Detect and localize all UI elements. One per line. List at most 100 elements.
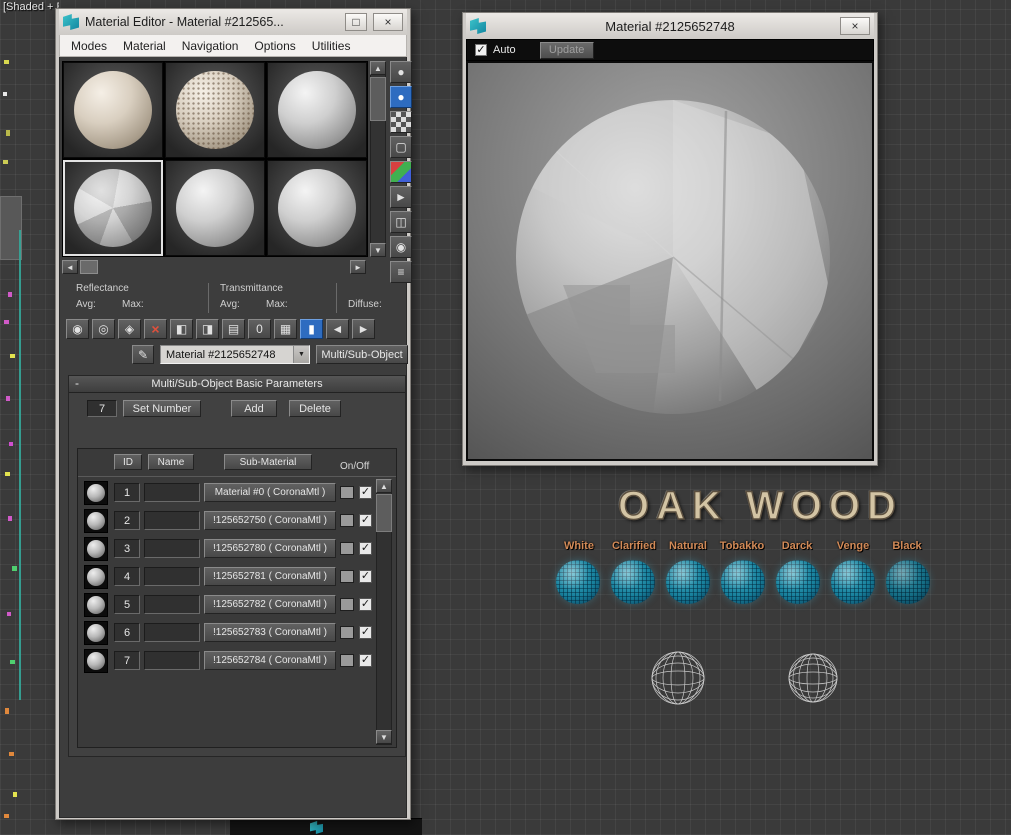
submaterial-name-input[interactable]: [144, 623, 200, 642]
material-map-navigator-icon[interactable]: ≡: [390, 261, 412, 283]
name-column-header[interactable]: Name: [148, 454, 194, 470]
set-number-button[interactable]: Set Number: [123, 400, 201, 417]
submaterial-thumbnail[interactable]: [84, 649, 108, 673]
menu-options[interactable]: Options: [247, 37, 302, 55]
scroll-down-button[interactable]: ▼: [376, 730, 392, 744]
submaterial-id[interactable]: 7: [114, 651, 140, 670]
submaterial-color-swatch[interactable]: [340, 626, 354, 639]
material-type-button[interactable]: Multi/Sub-Object: [316, 345, 408, 364]
onoff-checkbox[interactable]: ✓: [359, 654, 372, 667]
submaterial-id[interactable]: 3: [114, 539, 140, 558]
submaterial-thumbnail[interactable]: [84, 621, 108, 645]
scroll-right-button[interactable]: ►: [350, 260, 366, 274]
onoff-checkbox[interactable]: ✓: [359, 598, 372, 611]
menu-utilities[interactable]: Utilities: [305, 37, 358, 55]
pick-material-eyedropper-icon[interactable]: ✎: [132, 345, 154, 364]
close-button[interactable]: ×: [840, 17, 870, 35]
show-end-result-icon[interactable]: ▮: [300, 319, 323, 339]
material-sphere-natural[interactable]: [666, 560, 710, 604]
submaterial-button[interactable]: Material #0 ( CoronaMtl ): [204, 483, 336, 502]
menu-modes[interactable]: Modes: [64, 37, 114, 55]
submaterial-button[interactable]: !125652750 ( CoronaMtl ): [204, 511, 336, 530]
submaterial-thumbnail[interactable]: [84, 565, 108, 589]
material-label-tobakko[interactable]: Tobakko: [720, 540, 764, 552]
material-label-darck[interactable]: Darck: [782, 540, 813, 552]
auto-checkbox[interactable]: ✓: [475, 44, 487, 56]
submaterial-color-swatch[interactable]: [340, 598, 354, 611]
scroll-up-button[interactable]: ▲: [370, 61, 386, 75]
material-count-field[interactable]: 7: [87, 400, 117, 417]
maximize-button[interactable]: □: [345, 13, 367, 31]
scroll-up-button[interactable]: ▲: [376, 479, 392, 493]
material-label-venge[interactable]: Venge: [837, 540, 869, 552]
material-sphere-white[interactable]: [556, 560, 600, 604]
rollout-header[interactable]: - Multi/Sub-Object Basic Parameters: [69, 376, 405, 393]
submaterial-color-swatch[interactable]: [340, 542, 354, 555]
put-material-to-scene-icon[interactable]: ◎: [92, 319, 115, 339]
scroll-down-button[interactable]: ▼: [370, 243, 386, 257]
onoff-checkbox[interactable]: ✓: [359, 570, 372, 583]
submaterial-id[interactable]: 1: [114, 483, 140, 502]
submaterial-color-swatch[interactable]: [340, 570, 354, 583]
material-editor-titlebar[interactable]: Material Editor - Material #212565... □ …: [59, 9, 407, 35]
sub-material-column-header[interactable]: Sub-Material: [224, 454, 312, 470]
submaterial-color-swatch[interactable]: [340, 654, 354, 667]
material-sphere-venge[interactable]: [831, 560, 875, 604]
wireframe-sphere-2[interactable]: [786, 651, 840, 705]
go-forward-to-sibling-icon[interactable]: ►: [352, 319, 375, 339]
submaterial-name-input[interactable]: [144, 539, 200, 558]
submaterial-thumbnail[interactable]: [84, 537, 108, 561]
submaterial-thumbnail[interactable]: [84, 509, 108, 533]
close-button[interactable]: ×: [373, 13, 403, 31]
submaterial-name-input[interactable]: [144, 595, 200, 614]
background-icon[interactable]: [390, 111, 412, 133]
reset-map-icon[interactable]: ×: [144, 319, 167, 339]
submaterial-id[interactable]: 6: [114, 623, 140, 642]
assign-material-to-selection-icon[interactable]: ◈: [118, 319, 141, 339]
submaterial-name-input[interactable]: [144, 511, 200, 530]
material-name-dropdown[interactable]: Material #2125652748 ▼: [160, 345, 310, 364]
submaterial-id[interactable]: 4: [114, 567, 140, 586]
scrollbar-thumb[interactable]: [376, 494, 392, 532]
submaterial-button[interactable]: !125652780 ( CoronaMtl ): [204, 539, 336, 558]
sample-uv-tiling-icon[interactable]: ▢: [390, 136, 412, 158]
scene-text-oakwood[interactable]: OAK WOOD: [618, 484, 903, 529]
submaterial-color-swatch[interactable]: [340, 486, 354, 499]
submaterial-id[interactable]: 5: [114, 595, 140, 614]
collapse-icon[interactable]: -: [75, 376, 79, 390]
sample-slot-2[interactable]: [165, 62, 265, 158]
make-material-copy-icon[interactable]: ◧: [170, 319, 193, 339]
scroll-left-button[interactable]: ◄: [62, 260, 78, 274]
submaterial-id[interactable]: 2: [114, 511, 140, 530]
submaterial-button[interactable]: !125652782 ( CoronaMtl ): [204, 595, 336, 614]
submaterial-name-input[interactable]: [144, 483, 200, 502]
render-window-titlebar[interactable]: Material #2125652748 ×: [466, 13, 874, 39]
menu-navigation[interactable]: Navigation: [175, 37, 246, 55]
submaterial-button[interactable]: !125652784 ( CoronaMtl ): [204, 651, 336, 670]
get-material-icon[interactable]: ◉: [66, 319, 89, 339]
material-label-natural[interactable]: Natural: [669, 540, 707, 552]
make-preview-icon[interactable]: ►: [390, 186, 412, 208]
sample-slot-6[interactable]: [267, 160, 367, 256]
sample-slot-4-selected[interactable]: [63, 160, 163, 256]
material-sphere-clarified[interactable]: [611, 560, 655, 604]
material-label-black[interactable]: Black: [892, 540, 921, 552]
sample-type-icon[interactable]: ●: [390, 61, 412, 83]
chevron-down-icon[interactable]: ▼: [293, 346, 309, 363]
scrollbar-thumb[interactable]: [80, 260, 98, 274]
menu-material[interactable]: Material: [116, 37, 173, 55]
onoff-checkbox[interactable]: ✓: [359, 542, 372, 555]
video-color-check-icon[interactable]: [390, 161, 412, 183]
material-label-white[interactable]: White: [564, 540, 594, 552]
onoff-checkbox[interactable]: ✓: [359, 486, 372, 499]
material-sphere-black[interactable]: [886, 560, 930, 604]
material-sphere-darck[interactable]: [776, 560, 820, 604]
material-id-channel-icon[interactable]: 0: [248, 319, 271, 339]
sample-slot-3[interactable]: [267, 62, 367, 158]
material-label-clarified[interactable]: Clarified: [612, 540, 656, 552]
submaterial-thumbnail[interactable]: [84, 481, 108, 505]
submaterial-name-input[interactable]: [144, 567, 200, 586]
sample-slot-1[interactable]: [63, 62, 163, 158]
sample-slot-5[interactable]: [165, 160, 265, 256]
submaterial-thumbnail[interactable]: [84, 593, 108, 617]
